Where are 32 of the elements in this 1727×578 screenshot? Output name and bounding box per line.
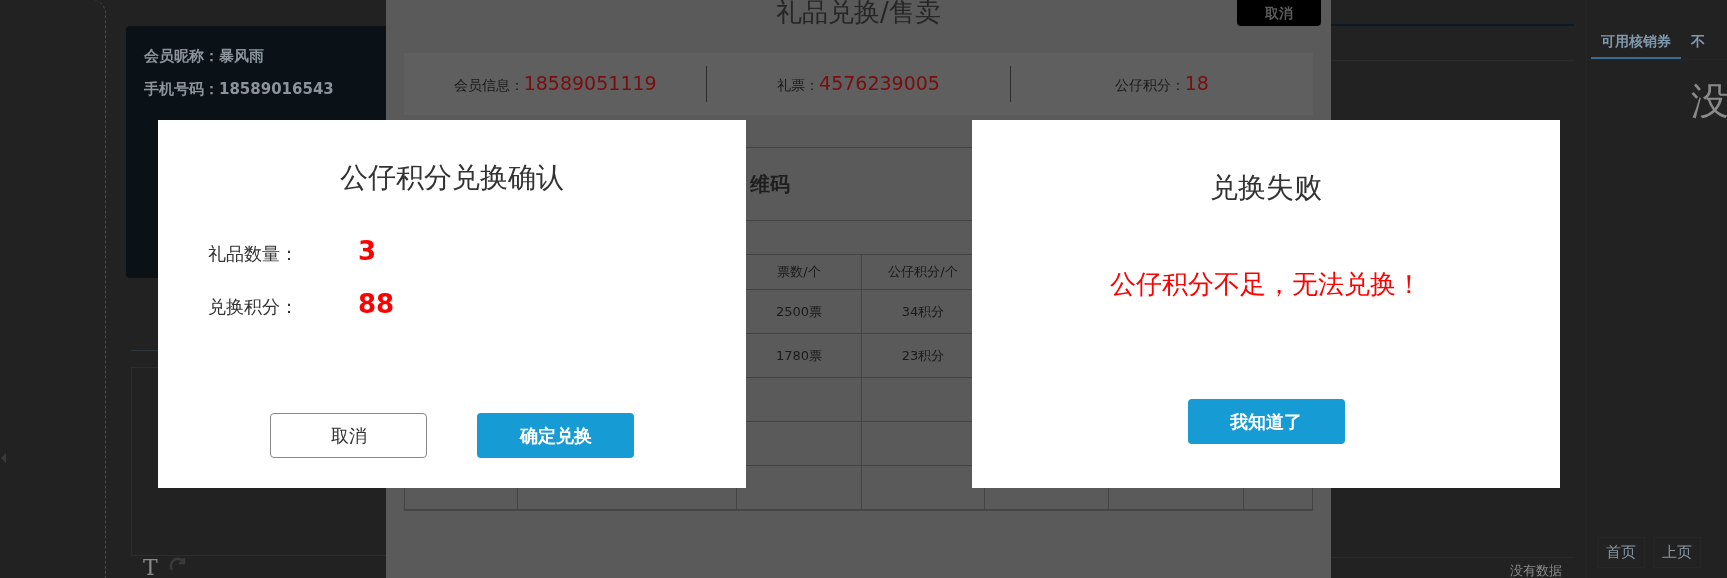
collapse-arrow-icon[interactable]	[0, 452, 7, 464]
table-cell: 2500票	[775, 302, 823, 321]
coupon-tab[interactable]: 不	[1681, 25, 1715, 59]
info-text: 会员信息：18589051119	[453, 77, 657, 93]
section-title: 维码	[750, 170, 790, 198]
column-header: 公仔积分/个	[888, 263, 958, 281]
member-info-text: 会员昵称：暴风雨	[144, 46, 265, 67]
field-label: 兑换积分：	[208, 295, 299, 319]
column-header: 票数/个	[777, 263, 821, 281]
member-info-text: 手机号码：18589016543	[144, 79, 335, 100]
text-tool-button[interactable]: T	[143, 556, 158, 578]
pagination-button[interactable]: 上页	[1653, 537, 1701, 568]
cancel-button[interactable]: 取消	[1237, 0, 1321, 26]
table-cell: 23积分	[901, 346, 945, 365]
info-text: 公仔积分：18	[1114, 77, 1209, 93]
empty-list-text: 没有数据	[1510, 562, 1562, 578]
info-text: 礼票：4576239005	[777, 77, 940, 93]
refresh-icon[interactable]	[167, 556, 188, 572]
pagination-button[interactable]: 首页	[1597, 537, 1645, 568]
table-cell: 34积分	[901, 302, 945, 321]
coupon-tab[interactable]: 可用核销券	[1591, 25, 1681, 59]
dialog-title: 公仔积分兑换确认	[339, 160, 565, 196]
empty-coupons-text: 没	[1690, 78, 1727, 125]
confirm-button[interactable]: 确定兑换	[477, 413, 634, 458]
field-value: 88	[358, 289, 395, 319]
acknowledge-button[interactable]: 我知道了	[1187, 399, 1345, 444]
field-label: 礼品数量：	[208, 242, 299, 266]
table-cell: 1780票	[775, 346, 823, 365]
error-message: 公仔积分不足，无法兑换！	[1109, 268, 1423, 301]
cancel-button[interactable]: 取消	[270, 413, 427, 458]
field-value: 3	[358, 236, 377, 266]
dialog-title: 兑换失败	[1209, 170, 1323, 206]
